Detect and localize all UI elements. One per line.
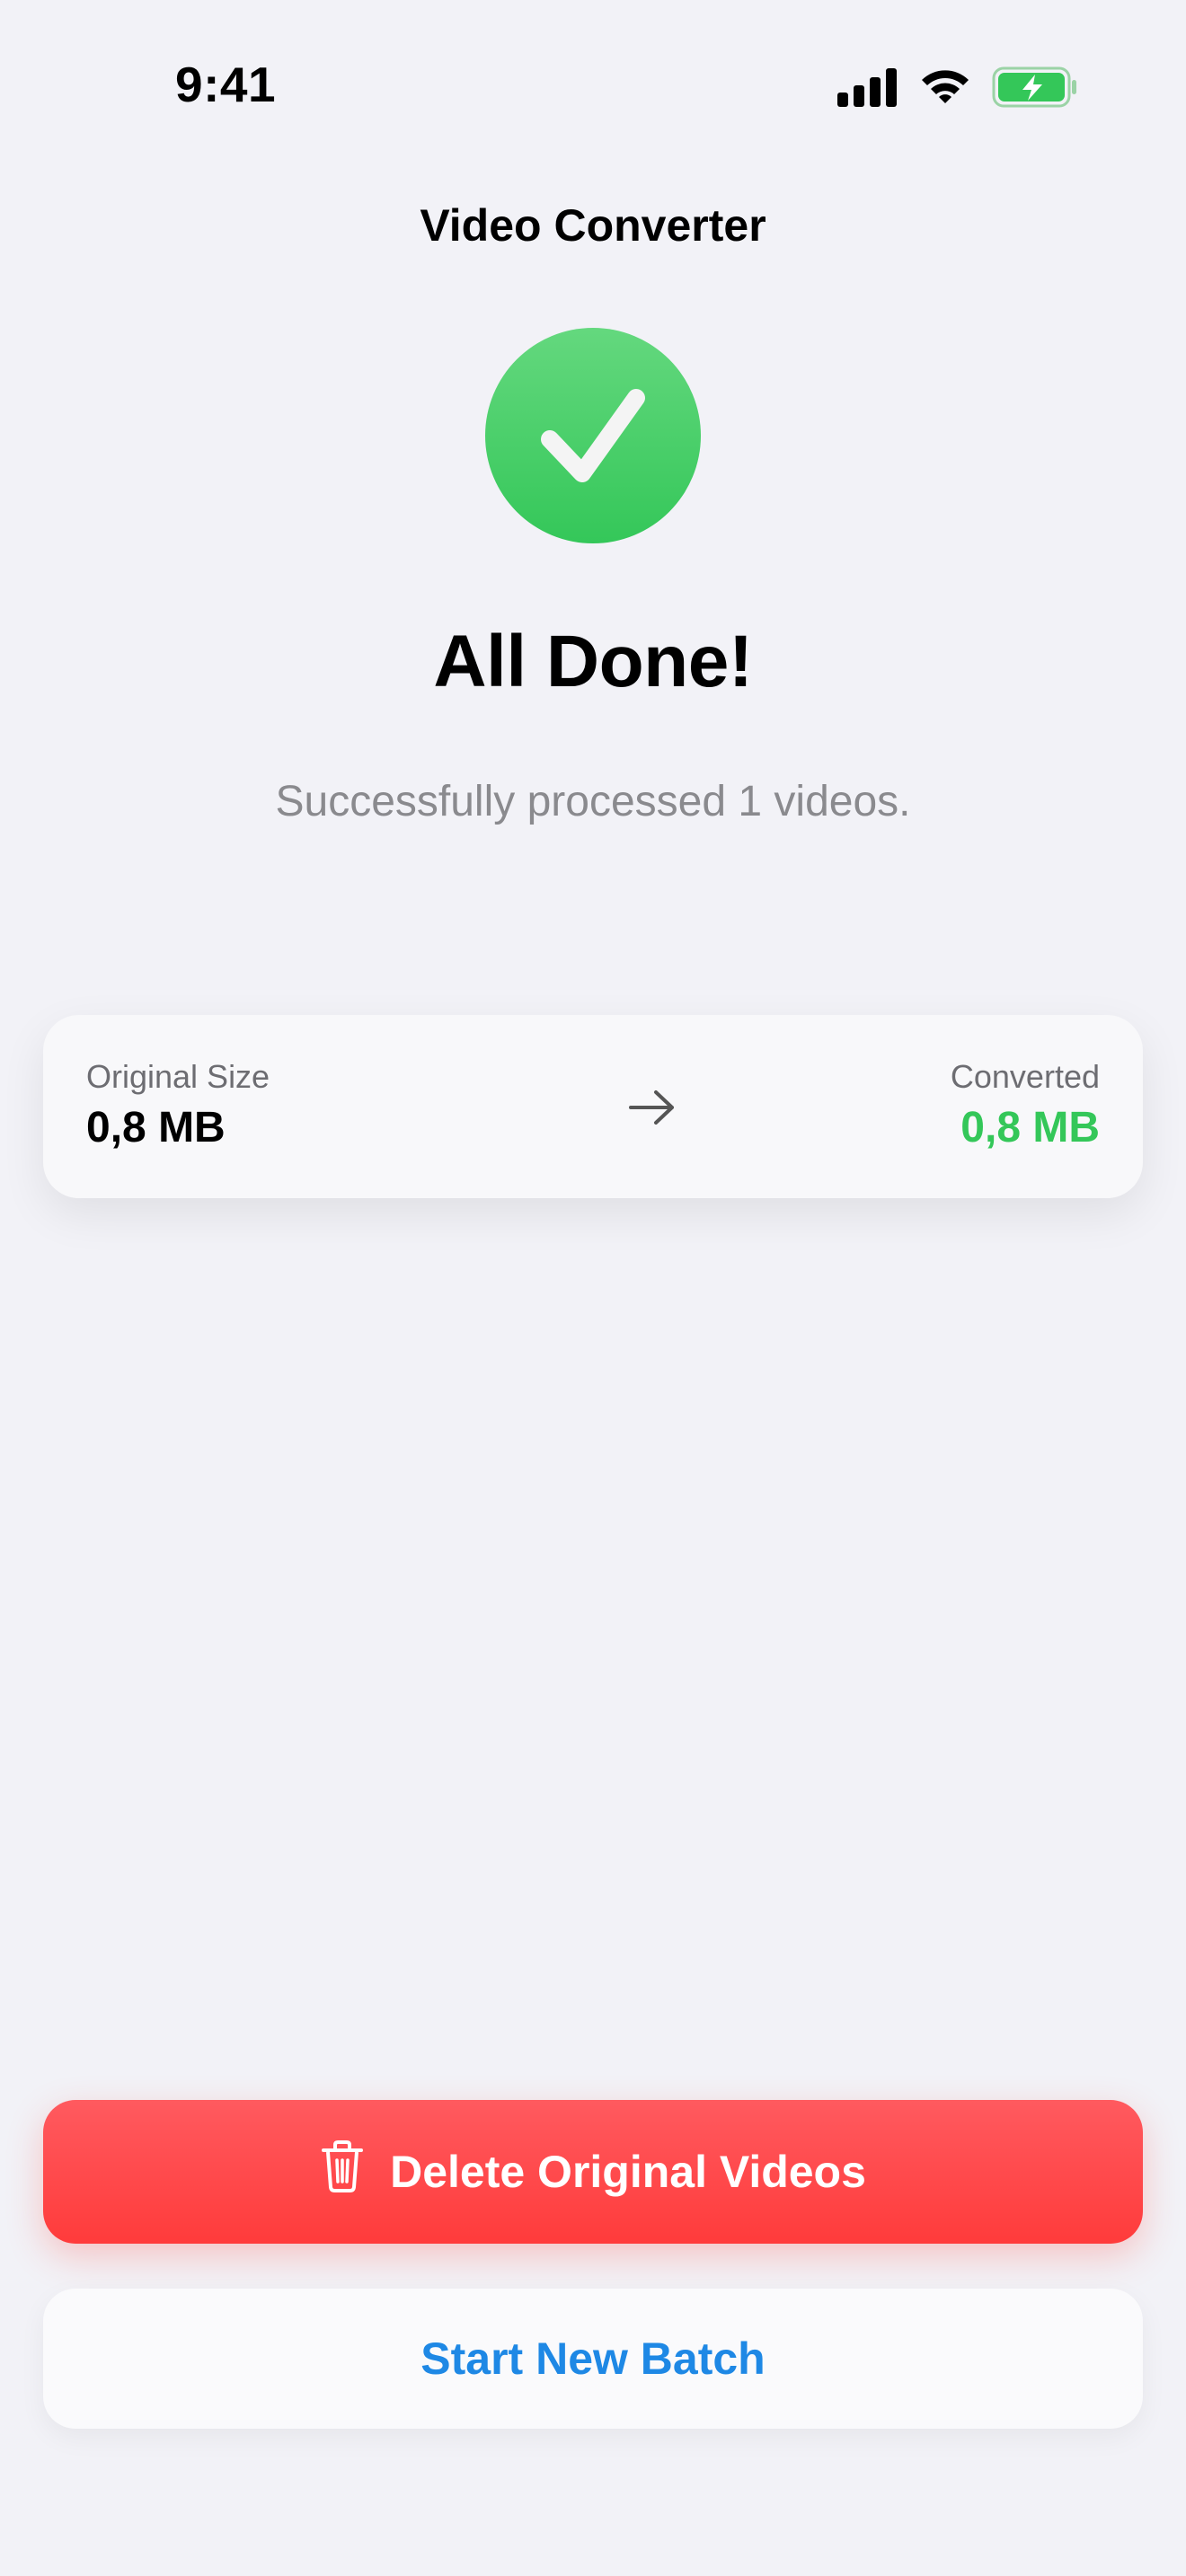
status-icons [837, 65, 1078, 110]
page-title: Video Converter [420, 200, 766, 251]
result-subtitle: Successfully processed 1 videos. [275, 778, 911, 825]
arrow-right-icon [625, 1085, 679, 1134]
original-size-label: Original Size [86, 1058, 270, 1095]
status-bar: 9:41 [0, 0, 1186, 153]
cellular-signal-icon [837, 67, 898, 107]
delete-button-label: Delete Original Videos [390, 2147, 866, 2197]
battery-charging-icon [992, 66, 1078, 108]
converted-size-block: Converted 0,8 MB [951, 1058, 1100, 1152]
video-converter-done-screen: 9:41 Video Converter All Done! Successfu… [0, 0, 1186, 2576]
converted-size-label: Converted [950, 1058, 1100, 1095]
size-comparison-card: Original Size 0,8 MB Converted 0,8 MB [43, 1015, 1143, 1198]
original-size-block: Original Size 0,8 MB [86, 1058, 270, 1152]
wifi-icon [918, 67, 972, 107]
delete-original-videos-button[interactable]: Delete Original Videos [43, 2100, 1143, 2244]
original-size-value: 0,8 MB [86, 1104, 226, 1151]
result-headline: All Done! [433, 621, 753, 702]
status-time: 9:41 [175, 57, 277, 112]
checkmark-circle-icon [485, 328, 701, 543]
start-new-batch-button[interactable]: Start New Batch [43, 2289, 1143, 2429]
start-new-batch-label: Start New Batch [420, 2333, 766, 2384]
trash-icon [320, 2139, 365, 2204]
converted-size-value: 0,8 MB [960, 1104, 1100, 1151]
